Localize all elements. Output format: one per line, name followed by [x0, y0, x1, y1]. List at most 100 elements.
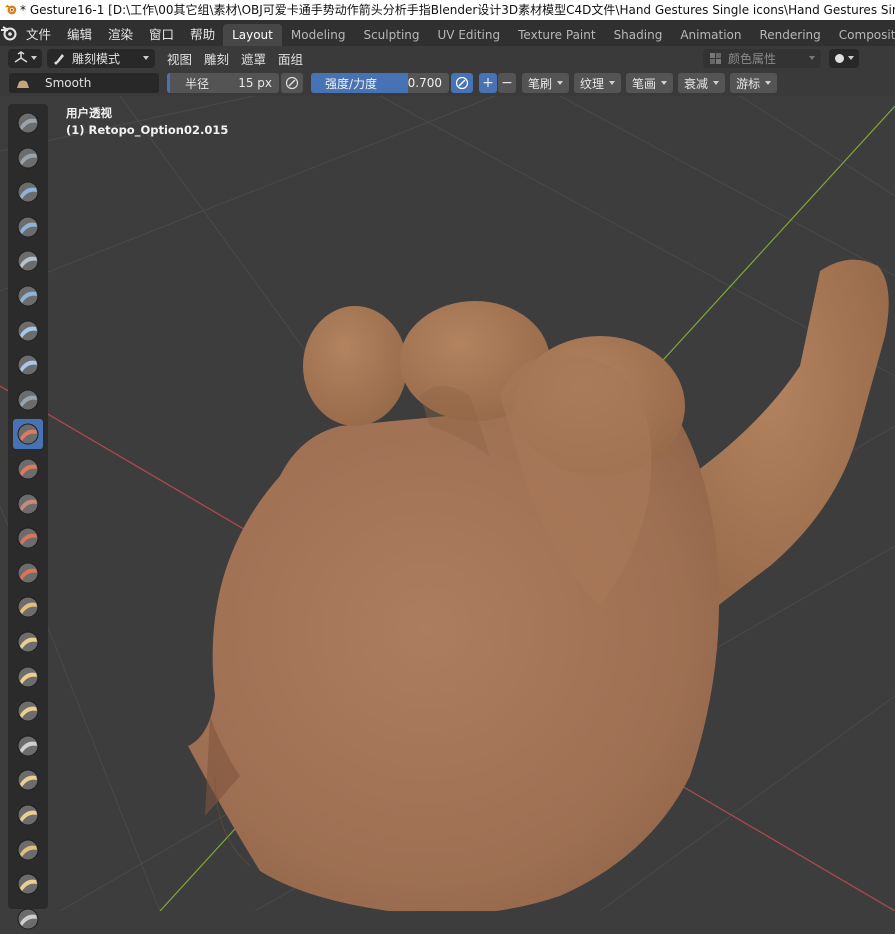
tool-draw[interactable]	[13, 108, 43, 138]
tab-animation[interactable]: Animation	[671, 24, 750, 46]
chevron-down-icon	[609, 81, 616, 85]
strength-field[interactable]: 强度/力度 0.700	[311, 73, 449, 93]
radius-pressure-button[interactable]	[281, 73, 303, 93]
smooth-brush-icon	[17, 80, 29, 88]
menu-mask[interactable]: 遮罩	[235, 49, 272, 68]
strength-value: 0.700	[407, 76, 442, 90]
color-attribute-selector[interactable]: 颜色属性	[703, 48, 821, 68]
pinch-icon	[17, 596, 39, 618]
viewport-editor-icon	[14, 51, 28, 63]
blender-logo-icon[interactable]	[0, 20, 18, 46]
tool-snake-hook[interactable]	[13, 696, 43, 726]
stroke-dropdown-label: 笔画	[632, 76, 657, 91]
viewport-scene	[0, 96, 895, 911]
tool-smooth[interactable]	[13, 419, 43, 450]
tool-pinch[interactable]	[13, 592, 43, 622]
radius-field[interactable]: 半径 15 px	[167, 73, 279, 93]
chevron-down-icon	[809, 56, 815, 60]
tool-fill[interactable]	[13, 489, 43, 519]
tab-sculpting[interactable]: Sculpting	[354, 24, 428, 46]
menu-edit[interactable]: 编辑	[59, 24, 100, 43]
menu-help[interactable]: 帮助	[182, 24, 223, 43]
view-name-label: 用户透视	[66, 106, 112, 120]
tool-scrape[interactable]	[13, 523, 43, 553]
tool-layer[interactable]	[13, 281, 43, 311]
pen-pressure-icon	[455, 76, 469, 90]
clay-thumb-icon	[17, 250, 39, 272]
tool-grab[interactable]	[13, 627, 43, 657]
tool-multiplane-scrape[interactable]	[13, 558, 43, 588]
radius-value: 15 px	[238, 76, 272, 90]
menu-view[interactable]: 视图	[161, 49, 198, 68]
direction-subtract-button[interactable]: −	[498, 73, 516, 93]
tool-flatten[interactable]	[13, 454, 43, 484]
tool-clay[interactable]	[13, 177, 43, 207]
chevron-down-icon	[557, 81, 564, 85]
strength-label: 强度/力度	[325, 76, 378, 91]
clay-strips-icon	[17, 216, 39, 238]
draw-icon	[17, 112, 39, 134]
inflate-icon	[17, 320, 39, 342]
menu-file[interactable]: 文件	[18, 24, 59, 43]
brush-dropdown[interactable]: 笔刷	[522, 73, 570, 93]
tool-rotate[interactable]	[13, 835, 43, 865]
cursor-dropdown[interactable]: 游标	[730, 73, 778, 93]
tool-inflate[interactable]	[13, 316, 43, 346]
tab-texture-paint[interactable]: Texture Paint	[509, 24, 604, 46]
crease-icon	[17, 389, 39, 411]
window-title: * Gesture16-1 [D:\工作\00其它组\素材\OBJ可爱卡通手势动…	[20, 3, 895, 17]
shading-options-button[interactable]	[829, 48, 859, 68]
tab-uv-editing[interactable]: UV Editing	[429, 24, 510, 46]
mode-selector[interactable]: 雕刻模式	[47, 48, 155, 68]
tool-draw-sharp[interactable]	[13, 143, 43, 173]
smooth-icon	[17, 423, 39, 445]
editor-type-button[interactable]	[8, 48, 42, 68]
direction-add-button[interactable]: +	[479, 73, 497, 93]
tab-layout[interactable]: Layout	[223, 24, 282, 46]
hand-model	[188, 259, 889, 911]
window-titlebar: * Gesture16-1 [D:\工作\00其它组\素材\OBJ可爱卡通手势动…	[0, 0, 895, 20]
menu-window[interactable]: 窗口	[141, 24, 182, 43]
multiplane-scrape-icon	[17, 562, 39, 584]
tool-blob[interactable]	[13, 350, 43, 380]
chevron-down-icon	[661, 81, 668, 85]
menu-face-sets[interactable]: 面组	[272, 49, 309, 68]
brush-selector[interactable]: Smooth	[9, 73, 159, 93]
thumb-icon	[17, 735, 39, 757]
tab-compositing[interactable]: Compositing	[830, 24, 895, 46]
tool-pose[interactable]	[13, 765, 43, 795]
chevron-down-icon	[765, 81, 772, 85]
brush-name: Smooth	[45, 76, 92, 90]
snake-hook-icon	[17, 700, 39, 722]
tool-clay-thumb[interactable]	[13, 246, 43, 276]
menu-render[interactable]: 渲染	[100, 24, 141, 43]
radius-label: 半径	[185, 76, 210, 91]
tool-slide-relax[interactable]	[13, 869, 43, 899]
rotate-icon	[17, 839, 39, 861]
elastic-deform-icon	[17, 666, 39, 688]
color-attribute-icon	[710, 52, 721, 64]
scrape-icon	[17, 527, 39, 549]
grab-icon	[17, 631, 39, 653]
tab-modeling[interactable]: Modeling	[282, 24, 355, 46]
tool-clay-strips[interactable]	[13, 212, 43, 242]
texture-dropdown[interactable]: 纹理	[574, 73, 622, 93]
color-attribute-label: 颜色属性	[728, 51, 777, 66]
stroke-dropdown[interactable]: 笔画	[626, 73, 674, 93]
pen-pressure-icon	[285, 76, 299, 90]
object-name-label: (1) Retopo_Option02.015	[66, 123, 229, 137]
tool-boundary[interactable]	[13, 904, 43, 934]
3d-viewport[interactable]: 用户透视 (1) Retopo_Option02.015	[0, 96, 895, 911]
tab-rendering[interactable]: Rendering	[751, 24, 830, 46]
menu-sculpt[interactable]: 雕刻	[198, 49, 235, 68]
tab-shading[interactable]: Shading	[605, 24, 672, 46]
tool-elastic-deform[interactable]	[13, 662, 43, 692]
tool-thumb[interactable]	[13, 731, 43, 761]
tool-crease[interactable]	[13, 385, 43, 415]
falloff-dropdown[interactable]: 衰减	[678, 73, 726, 93]
tool-nudge[interactable]	[13, 800, 43, 830]
top-bar: 文件 编辑 渲染 窗口 帮助 Layout Modeling Sculpting…	[0, 20, 895, 46]
draw-sharp-icon	[17, 147, 39, 169]
strength-pressure-button[interactable]	[451, 73, 473, 93]
blender-app-icon	[4, 4, 17, 15]
